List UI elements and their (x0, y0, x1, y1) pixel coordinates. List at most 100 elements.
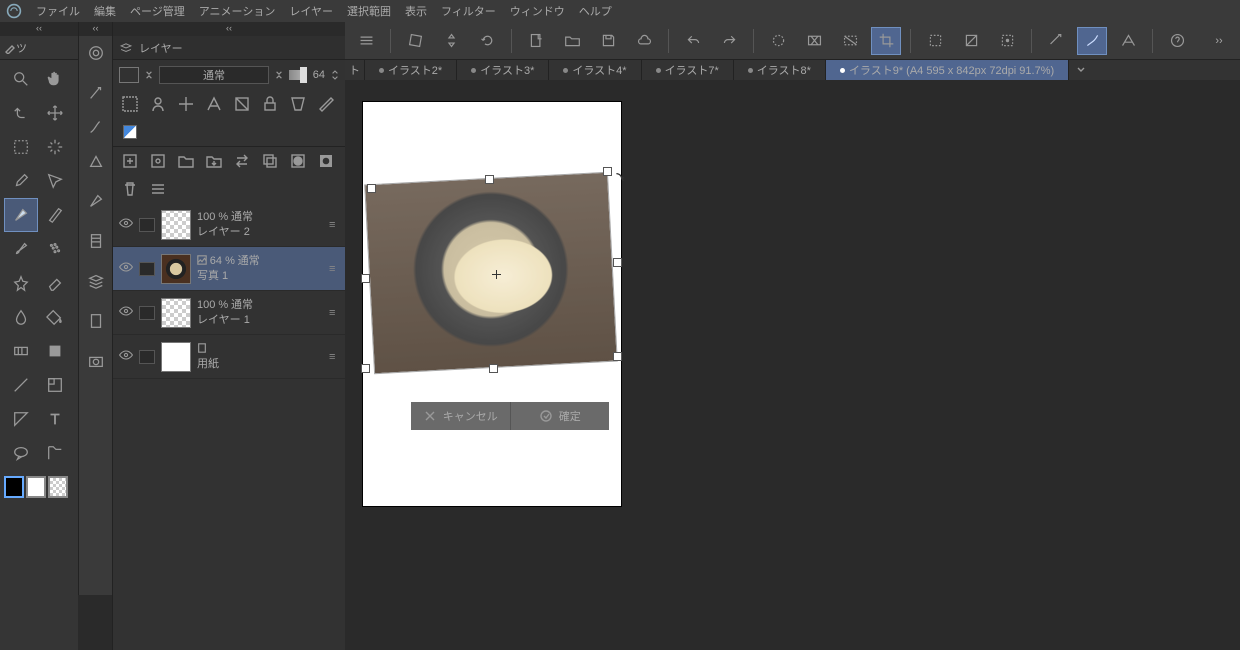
undo-icon[interactable] (678, 27, 708, 55)
layer-lock-slot[interactable] (139, 306, 155, 320)
save-icon[interactable] (593, 27, 623, 55)
chevron-down-icon[interactable] (145, 69, 153, 81)
hand-tool[interactable] (38, 62, 72, 96)
balloon-tool[interactable] (4, 436, 38, 470)
subtool-page-icon[interactable] (79, 304, 112, 338)
ruler-layer-icon[interactable] (317, 95, 335, 113)
transform-handle[interactable] (367, 184, 376, 193)
panel-menu-icon[interactable] (149, 180, 167, 198)
subtool-layers-icon[interactable] (79, 264, 112, 298)
menu-help[interactable]: ヘルプ (579, 3, 612, 19)
transform-handle[interactable] (485, 175, 494, 184)
help-icon[interactable] (1162, 27, 1192, 55)
airbrush-tool[interactable] (38, 232, 72, 266)
marquee-tool[interactable] (4, 130, 38, 164)
lock-icon[interactable] (261, 95, 279, 113)
panel-collapse-icon[interactable]: ‹‹ (113, 22, 345, 36)
layer-handle-icon[interactable]: ≡ (329, 351, 345, 363)
menu-window[interactable]: ウィンドウ (510, 3, 565, 19)
visibility-icon[interactable] (113, 217, 139, 232)
open-icon[interactable] (557, 27, 587, 55)
new-icon[interactable] (521, 27, 551, 55)
background-color[interactable] (26, 476, 46, 498)
layer-row[interactable]: 100 % 通常レイヤー 1 ≡ (113, 291, 345, 335)
figure-tool[interactable] (38, 334, 72, 368)
blend-tool[interactable] (4, 300, 38, 334)
wand-tool[interactable] (38, 130, 72, 164)
wait-icon[interactable] (763, 27, 793, 55)
object-tool[interactable] (38, 164, 72, 198)
canvas-viewport[interactable]: キャンセル 確定 (345, 80, 1240, 650)
draft-icon[interactable] (233, 95, 251, 113)
brush-tool[interactable] (4, 232, 38, 266)
layercolor-icon[interactable] (121, 123, 139, 141)
transform-handle[interactable] (613, 352, 622, 361)
perspective-icon[interactable] (1113, 27, 1143, 55)
flip-v-icon[interactable] (436, 27, 466, 55)
fill-tool[interactable] (38, 300, 72, 334)
new-layer-icon[interactable] (121, 152, 139, 170)
color-swatches[interactable] (0, 472, 78, 502)
blend-mode-select[interactable]: 通常 (159, 66, 269, 84)
subtool-camera-icon[interactable] (79, 344, 112, 378)
text-tool[interactable] (38, 402, 72, 436)
visibility-icon[interactable] (113, 349, 139, 364)
transfer-icon[interactable] (233, 152, 251, 170)
visibility-icon[interactable] (113, 261, 139, 276)
layer-lock-slot[interactable] (139, 218, 155, 232)
hamburger-icon[interactable] (351, 27, 381, 55)
subtool-shape-icon[interactable] (79, 144, 112, 178)
tab-edge[interactable]: ト (345, 60, 365, 80)
menu-filter[interactable]: フィルター (441, 3, 496, 19)
snap-icon[interactable] (1077, 27, 1107, 55)
stepper-icon[interactable] (331, 69, 339, 81)
opacity-slider[interactable] (289, 70, 307, 80)
layer-lock-slot[interactable] (139, 350, 155, 364)
lock-checker-icon[interactable] (121, 95, 139, 113)
clear-icon[interactable] (799, 27, 829, 55)
menu-layer[interactable]: レイヤー (289, 3, 333, 19)
frame-tool[interactable] (38, 368, 72, 402)
layer-row[interactable]: 64 % 通常写真 1 ≡ (113, 247, 345, 291)
eyedropper-tool[interactable] (4, 164, 38, 198)
document-tab[interactable]: イラスト9* (A4 595 x 842px 72dpi 91.7%) (826, 60, 1069, 80)
lock-move-icon[interactable] (177, 95, 195, 113)
menu-page[interactable]: ページ管理 (130, 3, 185, 19)
foreground-color[interactable] (4, 476, 24, 498)
layer-handle-icon[interactable]: ≡ (329, 219, 345, 231)
pencil-tool[interactable] (38, 198, 72, 232)
menu-view[interactable]: 表示 (405, 3, 427, 19)
subtool-line-b-icon[interactable] (79, 110, 112, 144)
transform-center-icon[interactable] (492, 270, 501, 279)
subtool-pen-icon[interactable] (79, 184, 112, 218)
transform-handle[interactable] (489, 364, 498, 373)
document-tab[interactable]: イラスト8* (734, 60, 826, 80)
tab-overflow-icon[interactable] (1069, 63, 1093, 78)
gradient-tool[interactable] (4, 334, 38, 368)
mask-create-icon[interactable] (289, 152, 307, 170)
cloud-icon[interactable] (629, 27, 659, 55)
new-folder-icon[interactable] (177, 152, 195, 170)
crop-icon[interactable] (871, 27, 901, 55)
rotate-handle-icon[interactable] (611, 170, 629, 188)
menu-selection[interactable]: 選択範囲 (347, 3, 391, 19)
layer-handle-icon[interactable]: ≡ (329, 263, 345, 275)
chevron-down-icon[interactable] (275, 69, 283, 81)
visibility-icon[interactable] (113, 305, 139, 320)
show-grid-icon[interactable] (1041, 27, 1071, 55)
expand-right-icon[interactable]: ›› (1204, 27, 1234, 55)
delete-icon[interactable] (121, 180, 139, 198)
document-tab[interactable]: イラスト2* (365, 60, 457, 80)
document-tab[interactable]: イラスト3* (457, 60, 549, 80)
correct-tool[interactable] (38, 436, 72, 470)
subtool-collapse-icon[interactable]: ‹‹ (79, 22, 112, 36)
mask-icon[interactable] (289, 95, 307, 113)
transform-handle[interactable] (613, 258, 622, 267)
palette-collapse-icon[interactable]: ‹‹ (0, 22, 78, 36)
cancel-button[interactable]: キャンセル (411, 402, 511, 430)
new-vector-icon[interactable] (149, 152, 167, 170)
move-tool[interactable] (38, 96, 72, 130)
zoom-tool[interactable] (4, 62, 38, 96)
menu-file[interactable]: ファイル (36, 3, 80, 19)
rotate-canvas-icon[interactable] (400, 27, 430, 55)
